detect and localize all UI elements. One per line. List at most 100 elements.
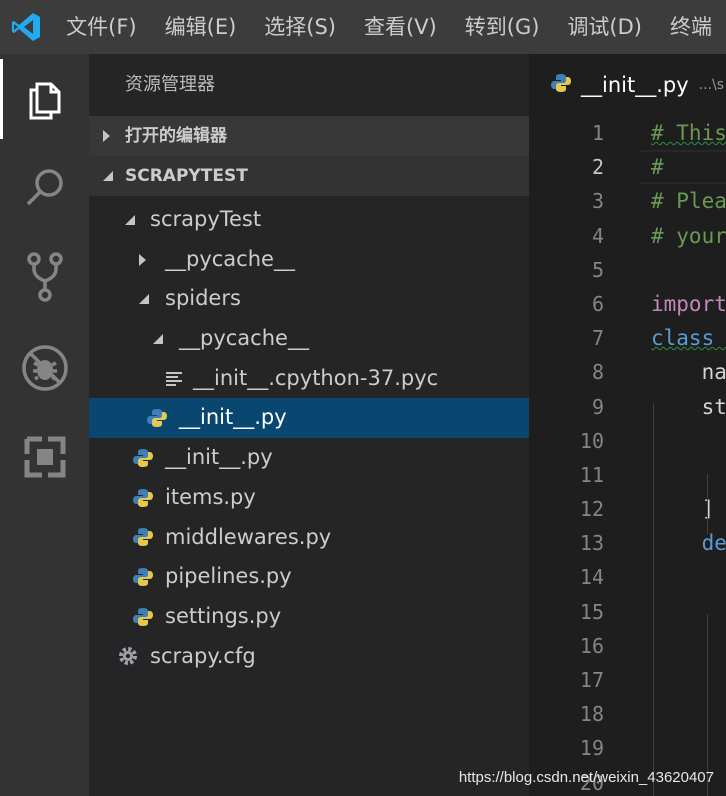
chevron-right-icon (139, 240, 146, 280)
debug-icon[interactable] (0, 328, 89, 408)
line-number: 3 (591, 189, 604, 214)
code-line: # This (651, 116, 726, 150)
menu-go[interactable]: 转到(G) (451, 0, 554, 54)
line-number: 6 (591, 291, 604, 316)
code-token: # your (651, 223, 726, 248)
code-line: # your (651, 219, 726, 253)
open-editors-section[interactable]: 打开的编辑器 (89, 116, 529, 156)
menu-edit[interactable]: 编辑(E) (151, 0, 251, 54)
line-number: 10 (579, 428, 604, 453)
tree-item-label: scrapy.cfg (150, 643, 256, 668)
text-file-icon (166, 359, 184, 399)
chevron-down-icon (103, 156, 113, 196)
line-number: 16 (579, 633, 604, 658)
tree-item-label: __init__.py (179, 405, 287, 430)
python-file-icon (147, 398, 167, 438)
watermark-text: https://blog.csdn.net/weixin_43620407 (458, 769, 714, 786)
explorer-title: 资源管理器 (125, 74, 215, 95)
tree-item-scrapytest-folder[interactable]: scrapyTest (89, 200, 529, 240)
code-line: class (651, 321, 726, 355)
tree-item-label: spiders (165, 286, 241, 311)
tree-item-pipelines-py[interactable]: pipelines.py (89, 557, 529, 597)
code-line: # (651, 150, 726, 184)
python-file-icon (133, 438, 153, 478)
tree-item-label: __pycache__ (179, 326, 309, 351)
chevron-right-icon (103, 116, 110, 156)
tree-item-label: middlewares.py (165, 524, 332, 549)
files-icon[interactable] (0, 59, 89, 139)
menu-debug[interactable]: 调试(D) (553, 0, 656, 54)
tree-item-label: __init__.py (165, 445, 273, 470)
line-number: 11 (579, 462, 604, 487)
editor-tab[interactable]: __init__.py ...\s (529, 54, 726, 116)
indent-guide (707, 474, 708, 534)
code-line: ] (651, 492, 726, 526)
code-token: # Plea (651, 189, 726, 214)
indent-guide (653, 403, 654, 796)
menu-terminal[interactable]: 终端 (656, 0, 726, 54)
vscode-logo-icon (0, 0, 52, 54)
line-number: 8 (591, 360, 604, 385)
code-line: st (651, 390, 726, 424)
line-number: 19 (579, 736, 604, 761)
tree-item-middlewares-py[interactable]: middlewares.py (89, 518, 529, 558)
project-label: SCRAPYTEST (125, 166, 248, 186)
code-line: # Plea (651, 184, 726, 218)
tree-item-pyc-file[interactable]: __init__.cpython-37.pyc (89, 359, 529, 399)
gear-icon (117, 637, 139, 677)
line-number: 12 (579, 497, 604, 522)
menu-bar: 文件(F) 编辑(E) 选择(S) 查看(V) 转到(G) 调试(D) 终端 (52, 0, 726, 54)
code-area[interactable]: # This # # Plea # your import class na st ] d… (651, 116, 726, 796)
line-number: 15 (579, 599, 604, 624)
code-line: de (651, 526, 726, 560)
activity-bar (0, 54, 89, 796)
tree-item-scrapy-cfg[interactable]: scrapy.cfg (89, 637, 529, 677)
search-icon[interactable] (0, 148, 89, 228)
line-number: 13 (579, 531, 604, 556)
tree-item-label: __init__.cpython-37.pyc (193, 365, 439, 390)
chevron-down-icon (139, 279, 149, 319)
python-file-icon (133, 518, 153, 558)
line-number: 14 (579, 565, 604, 590)
tree-item-init-py[interactable]: __init__.py (89, 438, 529, 478)
title-bar: 文件(F) 编辑(E) 选择(S) 查看(V) 转到(G) 调试(D) 终端 (0, 0, 726, 54)
tree-item-label: scrapyTest (150, 207, 262, 231)
code-line: import (651, 287, 726, 321)
tree-item-spiders-init-py[interactable]: __init__.py (89, 398, 529, 439)
python-file-icon (133, 597, 153, 637)
python-file-icon (133, 478, 153, 518)
menu-selection[interactable]: 选择(S) (250, 0, 350, 54)
python-file-icon (133, 557, 153, 597)
tree-item-pycache-folder[interactable]: __pycache__ (89, 240, 529, 280)
code-token: # (651, 155, 664, 180)
extensions-icon[interactable] (0, 417, 89, 497)
explorer-sidebar: 资源管理器 打开的编辑器 SCRAPYTEST scrapyTest __pyc… (89, 54, 529, 796)
project-section[interactable]: SCRAPYTEST (89, 156, 529, 196)
tree-item-items-py[interactable]: items.py (89, 478, 529, 518)
line-number: 4 (591, 223, 604, 248)
tree-item-spiders-pycache-folder[interactable]: __pycache__ (89, 319, 529, 359)
line-number: 1 (591, 121, 604, 145)
code-line: na (651, 355, 726, 389)
tree-item-label: items.py (165, 484, 256, 509)
line-number: 5 (591, 257, 604, 282)
code-token: import (651, 291, 726, 316)
tree-item-spiders-folder[interactable]: spiders (89, 279, 529, 319)
line-number: 2 (591, 155, 604, 180)
line-number-gutter: 1 2 3 4 5 6 7 8 9 10 11 12 13 14 15 16 17 18 19 20 (529, 116, 609, 796)
menu-view[interactable]: 查看(V) (350, 0, 451, 54)
open-editors-label: 打开的编辑器 (125, 126, 227, 146)
tab-title: __init__.py (581, 73, 689, 97)
line-number: 7 (591, 326, 604, 351)
menu-file[interactable]: 文件(F) (52, 0, 150, 54)
tree-item-settings-py[interactable]: settings.py (89, 597, 529, 637)
source-control-icon[interactable] (0, 237, 89, 317)
